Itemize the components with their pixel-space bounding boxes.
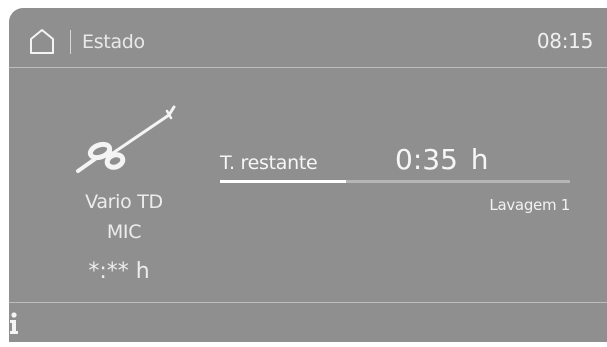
remaining-time-value: 0:35 h: [395, 143, 489, 176]
header-divider: [70, 30, 71, 54]
home-icon[interactable]: [29, 28, 55, 54]
header-bar: Estado 08:15: [9, 8, 607, 66]
program-value: *:** h: [88, 259, 150, 284]
footer-separator: [9, 302, 607, 303]
program-subtitle: MIC: [106, 221, 142, 243]
clock-time: 08:15: [536, 29, 593, 53]
instrument-icon: [76, 105, 176, 173]
header-separator: [9, 67, 607, 68]
remaining-time-label: T. restante: [220, 152, 318, 174]
page-title: Estado: [82, 31, 145, 53]
info-icon[interactable]: [9, 311, 25, 335]
progress-bar-fill: [220, 180, 346, 183]
progress-bar: [220, 180, 570, 183]
program-phase: Lavagem 1: [489, 196, 570, 214]
program-name: Vario TD: [85, 191, 163, 213]
display-screen: Estado 08:15 Vario TD MIC *:** h T. rest…: [9, 8, 607, 342]
